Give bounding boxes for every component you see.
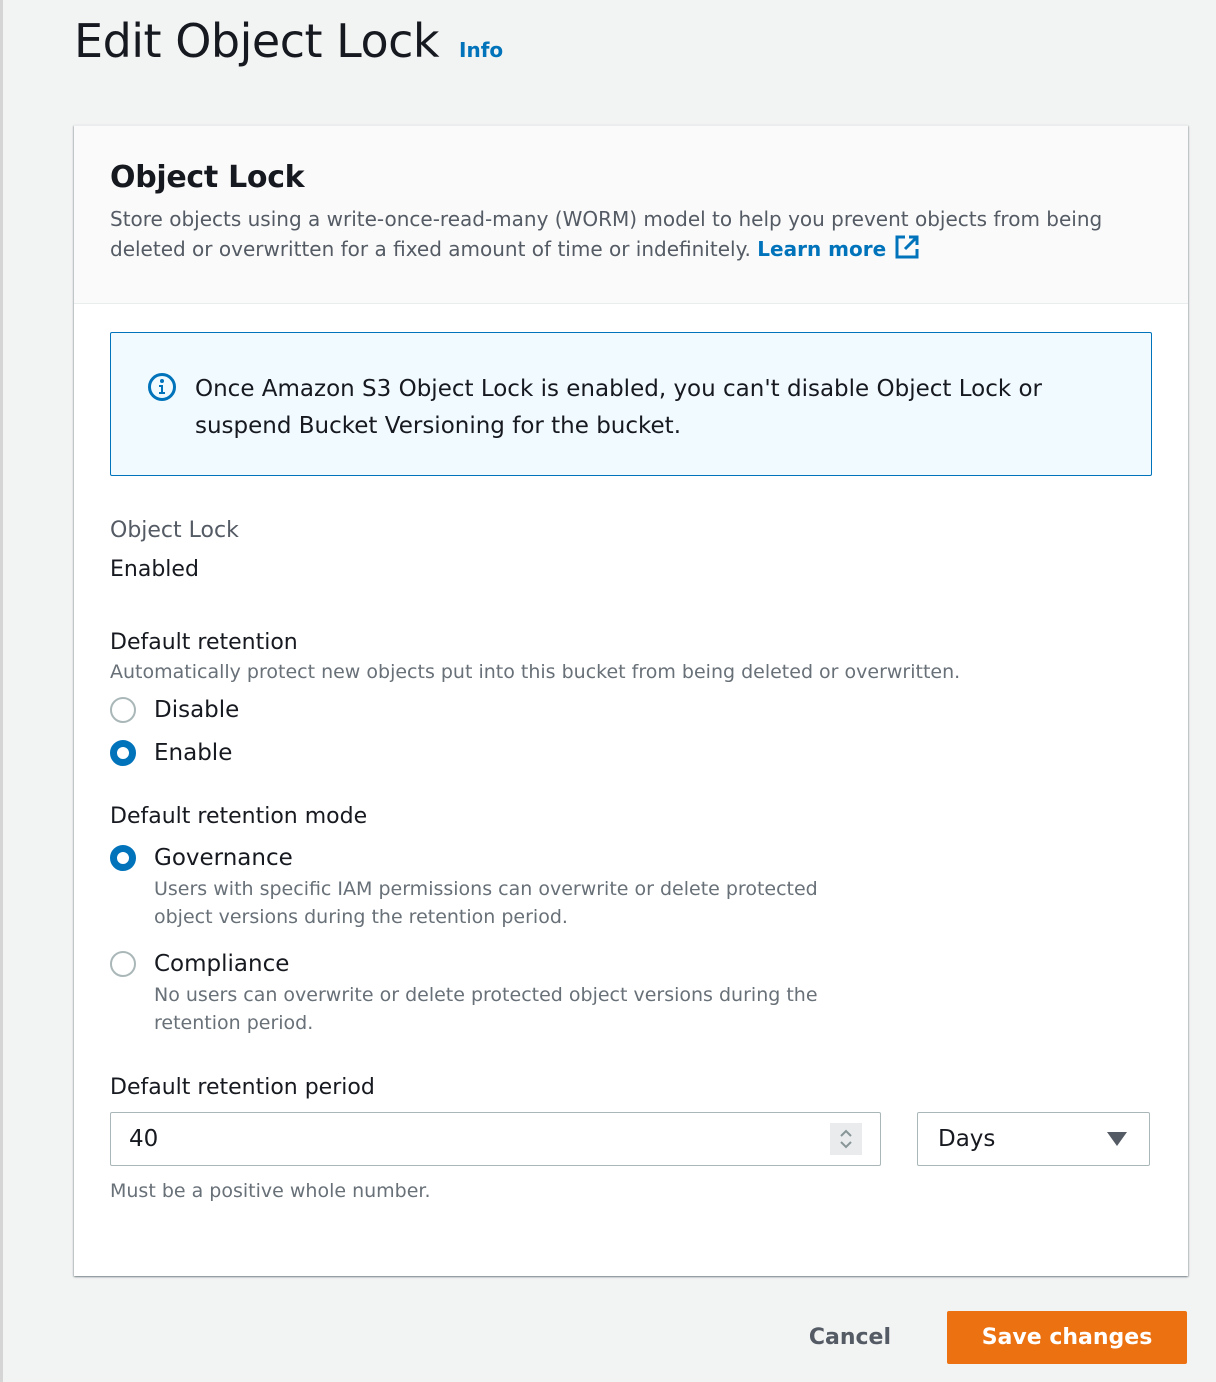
default-retention-label: Default retention	[110, 630, 298, 655]
learn-more-label: Learn more	[757, 237, 887, 261]
radio-compliance-control[interactable]	[110, 951, 136, 977]
radio-governance-label: Governance	[154, 845, 293, 871]
radio-governance-description: Users with specific IAM permissions can …	[154, 878, 818, 928]
radio-compliance-description: No users can overwrite or delete protect…	[154, 984, 818, 1034]
retention-unit-select[interactable]: Days	[917, 1112, 1150, 1166]
info-circle-icon	[148, 373, 176, 401]
radio-enable-control[interactable]	[110, 740, 136, 766]
number-stepper[interactable]	[830, 1123, 862, 1155]
info-link[interactable]: Info	[459, 38, 503, 62]
radio-disable-label: Disable	[154, 697, 240, 723]
object-lock-status-label: Object Lock	[110, 518, 239, 543]
caret-down-icon	[1107, 1132, 1127, 1146]
object-lock-status-value: Enabled	[110, 557, 199, 582]
retention-period-constraint: Must be a positive whole number.	[110, 1180, 431, 1202]
radio-enable[interactable]: Enable	[110, 740, 1152, 766]
radio-governance-control[interactable]	[110, 845, 136, 871]
cancel-button[interactable]: Cancel	[781, 1325, 919, 1350]
retention-mode-label: Default retention mode	[110, 804, 368, 829]
radio-governance[interactable]: Governance	[110, 845, 1152, 871]
page-header: Edit Object Lock Info	[74, 14, 503, 68]
panel-description-text: Store objects using a write-once-read-ma…	[110, 207, 1103, 261]
window-edge	[0, 0, 3, 1382]
save-changes-button[interactable]: Save changes	[947, 1311, 1187, 1364]
panel-description: Store objects using a write-once-read-ma…	[110, 205, 1110, 264]
panel-title: Object Lock	[110, 160, 305, 195]
retention-mode-section: Default retention mode Governance Users …	[110, 804, 1152, 1037]
retention-period-value[interactable]: 40	[129, 1126, 158, 1152]
retention-period-label: Default retention period	[110, 1075, 375, 1100]
stepper-chevrons-icon	[840, 1129, 852, 1149]
object-lock-panel: Object Lock Store objects using a write-…	[74, 125, 1188, 1276]
panel-body: Once Amazon S3 Object Lock is enabled, y…	[74, 304, 1188, 1202]
retention-period-input[interactable]: 40	[110, 1112, 881, 1166]
default-retention-section: Default retention Automatically protect …	[110, 630, 1152, 766]
external-link-icon	[895, 235, 919, 259]
radio-disable-control[interactable]	[110, 697, 136, 723]
form-actions: Cancel Save changes	[781, 1311, 1187, 1364]
retention-period-inputs: 40 Days	[110, 1112, 1152, 1166]
page-title: Edit Object Lock	[74, 14, 440, 68]
radio-compliance[interactable]: Compliance	[110, 951, 1152, 977]
learn-more-link[interactable]: Learn more	[757, 235, 920, 261]
alert-text: Once Amazon S3 Object Lock is enabled, y…	[195, 376, 1043, 439]
radio-disable[interactable]: Disable	[110, 697, 1152, 723]
radio-enable-label: Enable	[154, 740, 233, 766]
panel-header: Object Lock Store objects using a write-…	[74, 126, 1188, 304]
retention-unit-value: Days	[938, 1126, 996, 1152]
info-alert: Once Amazon S3 Object Lock is enabled, y…	[110, 332, 1152, 476]
retention-period-section: Default retention period 40 Days Must be…	[110, 1075, 1152, 1202]
default-retention-description: Automatically protect new objects put in…	[110, 661, 961, 683]
radio-compliance-label: Compliance	[154, 951, 290, 977]
